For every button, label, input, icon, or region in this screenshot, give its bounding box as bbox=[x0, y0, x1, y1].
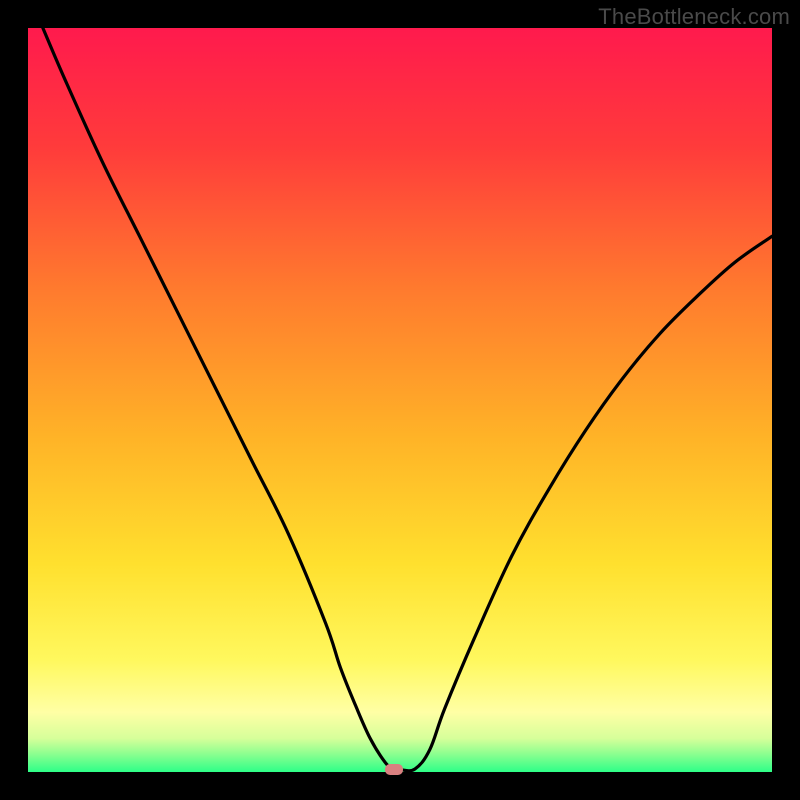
bottleneck-curve-path bbox=[43, 28, 772, 771]
watermark-text: TheBottleneck.com bbox=[598, 4, 790, 30]
bottleneck-marker bbox=[385, 764, 403, 775]
bottleneck-curve bbox=[28, 28, 772, 772]
chart-frame: TheBottleneck.com bbox=[0, 0, 800, 800]
plot-area bbox=[28, 28, 772, 772]
